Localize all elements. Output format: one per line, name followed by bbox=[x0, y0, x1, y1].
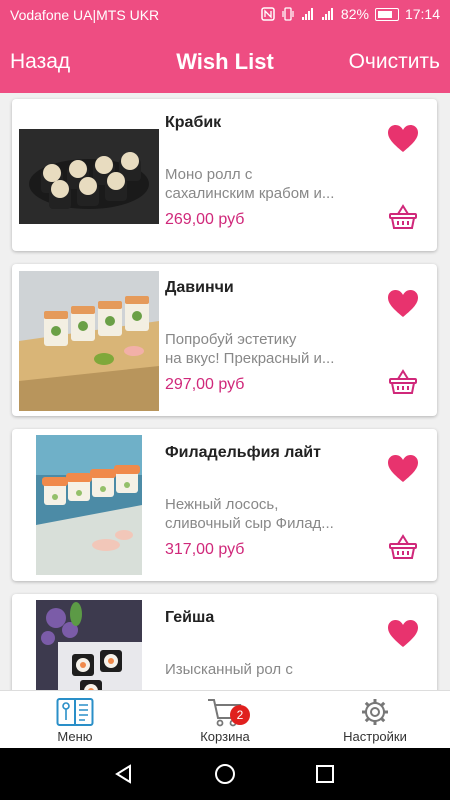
product-image bbox=[36, 435, 142, 575]
nav-menu-label: Меню bbox=[57, 729, 93, 744]
description-line: Изысканный рол с bbox=[165, 661, 293, 678]
home-circle-icon[interactable] bbox=[214, 763, 236, 785]
description-line: сахалинским крабом и... bbox=[165, 185, 335, 202]
product-card[interactable]: Филадельфия лайт Нежный лосось, сливочны… bbox=[12, 429, 437, 581]
status-icons: 82% 17:14 bbox=[261, 6, 440, 22]
bottom-navigation: Меню 2 Корзина Настройки bbox=[0, 690, 450, 749]
description-line: Попробуй эстетику bbox=[165, 331, 297, 348]
product-name: Гейша bbox=[165, 609, 215, 626]
battery-icon bbox=[374, 7, 399, 21]
heart-icon[interactable] bbox=[387, 124, 419, 154]
description-line: на вкус! Прекрасный и... bbox=[165, 350, 335, 367]
product-image bbox=[19, 129, 159, 224]
nav-settings[interactable]: Настройки bbox=[300, 691, 450, 749]
back-button[interactable]: Назад bbox=[10, 50, 70, 74]
recents-square-icon[interactable] bbox=[316, 765, 334, 783]
product-description: Моно ролл с сахалинским крабом и... bbox=[165, 165, 370, 203]
product-name: Давинчи bbox=[165, 279, 234, 296]
heart-icon[interactable] bbox=[387, 619, 419, 649]
app-bar: Назад Wish List Очистить bbox=[0, 30, 450, 93]
product-card[interactable]: Давинчи Попробуй эстетику на вкус! Прекр… bbox=[12, 264, 437, 416]
clear-button[interactable]: Очистить bbox=[349, 50, 440, 74]
basket-icon[interactable] bbox=[389, 204, 417, 230]
battery-percent: 82% bbox=[340, 6, 369, 22]
product-description: Попробуй эстетику на вкус! Прекрасный и.… bbox=[165, 330, 370, 368]
product-name: Филадельфия лайт bbox=[165, 444, 321, 461]
nfc-icon bbox=[261, 7, 275, 21]
basket-icon[interactable] bbox=[389, 369, 417, 395]
system-navigation-bar bbox=[0, 748, 450, 800]
description-line: сливочный сыр Филад... bbox=[165, 515, 334, 532]
product-price: 269,00 руб bbox=[165, 211, 245, 228]
nav-cart-label: Корзина bbox=[200, 729, 250, 744]
heart-icon[interactable] bbox=[387, 454, 419, 484]
signal-icon bbox=[301, 8, 313, 20]
product-price: 317,00 руб bbox=[165, 541, 245, 558]
product-card[interactable]: Гейша Изысканный рол с bbox=[12, 594, 437, 690]
heart-icon[interactable] bbox=[387, 289, 419, 319]
clock: 17:14 bbox=[404, 6, 440, 22]
nav-settings-label: Настройки bbox=[343, 729, 407, 744]
product-price: 297,00 руб bbox=[165, 376, 245, 393]
carrier-label: Vodafone UA|MTS UKR bbox=[10, 7, 160, 23]
signal-icon-2 bbox=[321, 8, 333, 20]
product-card[interactable]: Крабик Моно ролл с сахалинским крабом и.… bbox=[12, 99, 437, 251]
cart-badge: 2 bbox=[230, 705, 250, 725]
vibrate-icon bbox=[282, 7, 294, 21]
back-triangle-icon[interactable] bbox=[114, 764, 134, 784]
product-name: Крабик bbox=[165, 114, 222, 131]
description-line: Нежный лосось, bbox=[165, 496, 279, 513]
basket-icon[interactable] bbox=[389, 534, 417, 560]
product-image bbox=[19, 271, 159, 411]
description-line: Моно ролл с bbox=[165, 166, 253, 183]
nav-cart[interactable]: 2 Корзина bbox=[150, 691, 300, 749]
product-description: Изысканный рол с bbox=[165, 660, 370, 679]
status-bar: Vodafone UA|MTS UKR 82% 17:14 bbox=[0, 0, 450, 30]
menu-book-icon bbox=[56, 698, 94, 726]
wish-list[interactable]: Крабик Моно ролл с сахалинским крабом и.… bbox=[0, 93, 450, 690]
product-image bbox=[36, 600, 142, 690]
gear-icon bbox=[362, 699, 388, 725]
nav-menu[interactable]: Меню bbox=[0, 691, 150, 749]
product-description: Нежный лосось, сливочный сыр Филад... bbox=[165, 495, 370, 533]
